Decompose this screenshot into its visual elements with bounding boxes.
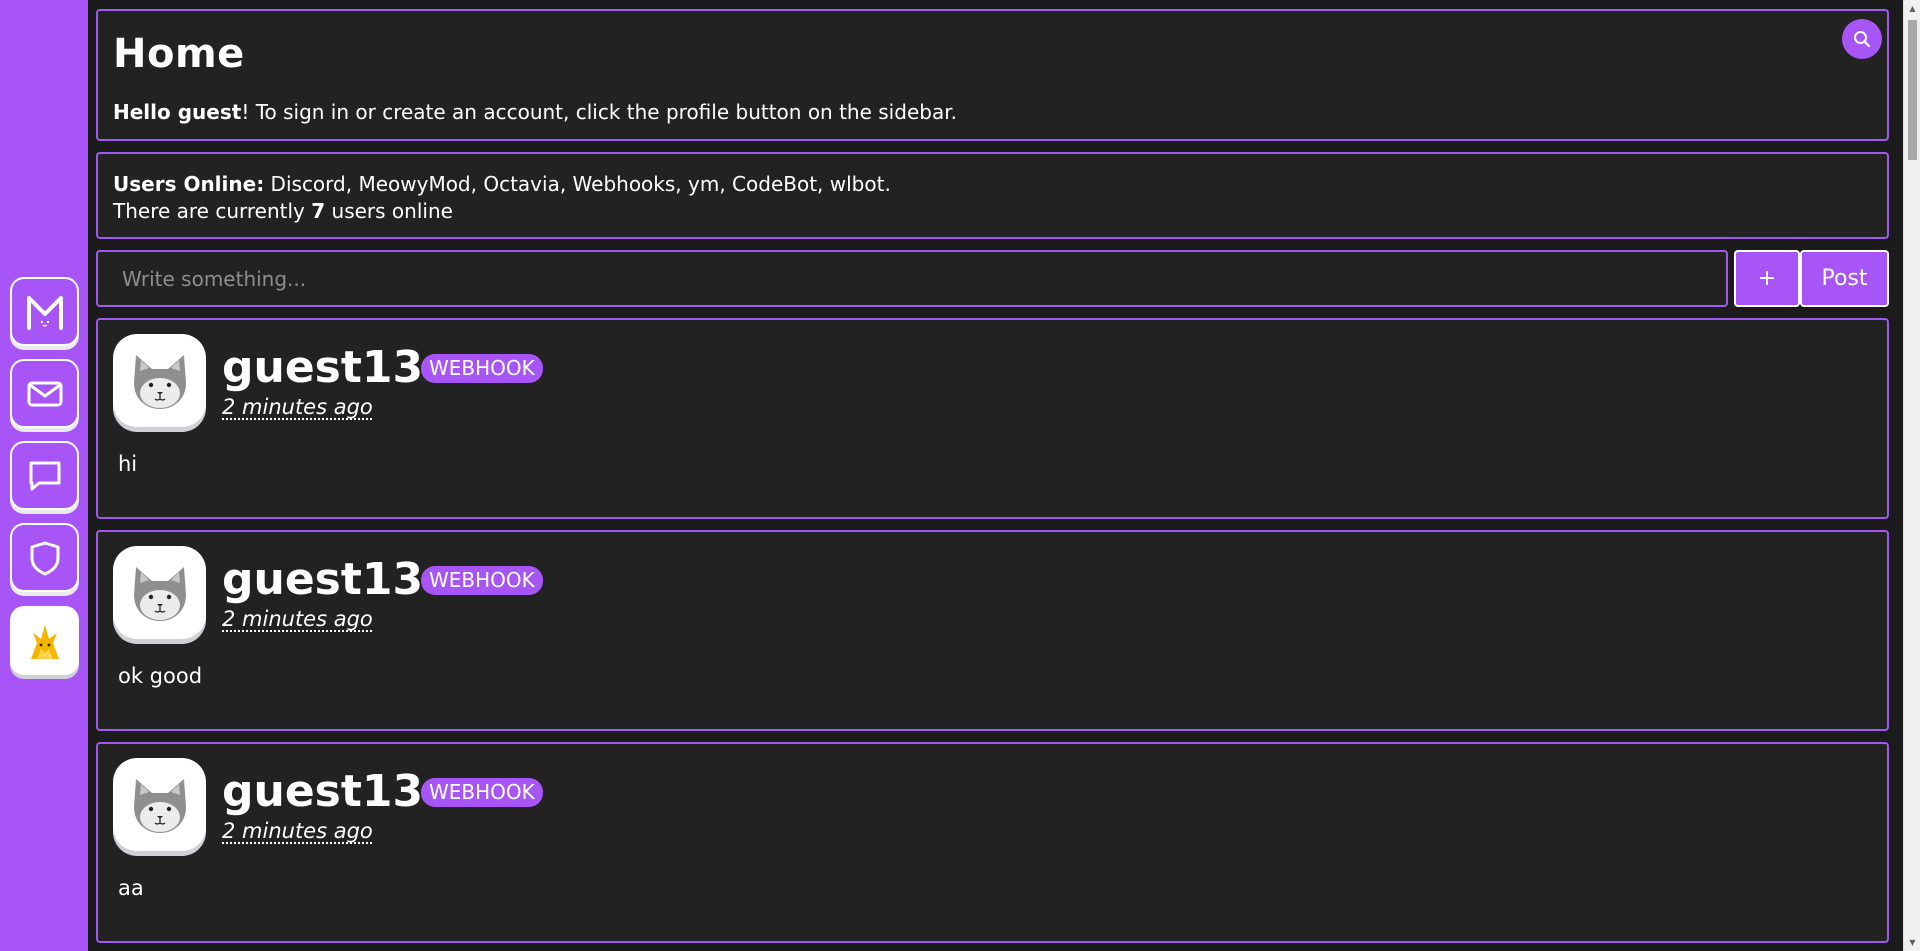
post-body: hi — [118, 452, 138, 476]
post-item: guest13 WEBHOOK 2 minutes ago aa — [96, 742, 1889, 943]
home-header-panel: Home Hello guest! To sign in or create a… — [96, 9, 1889, 141]
post-input[interactable] — [96, 250, 1728, 307]
cat-avatar-icon — [133, 354, 186, 409]
cat-avatar-icon — [133, 566, 186, 621]
webhook-badge: WEBHOOK — [421, 354, 543, 383]
post-item: guest13 WEBHOOK 2 minutes ago ok good — [96, 530, 1889, 731]
users-online-list: Users Online: Discord, MeowyMod, Octavia… — [113, 172, 891, 196]
m-logo-icon — [26, 295, 63, 330]
sidebar-item-chats[interactable] — [10, 441, 79, 510]
scrollbar-thumb[interactable] — [1908, 20, 1917, 160]
vertical-scrollbar[interactable]: ▲ ▼ — [1903, 0, 1920, 951]
sidebar-item-moderation[interactable] — [10, 523, 79, 592]
search-icon — [1854, 31, 1871, 48]
post-timestamp: 2 minutes ago — [222, 607, 373, 631]
post-button[interactable]: Post — [1800, 250, 1889, 307]
online-count-number: 7 — [311, 199, 326, 223]
post-composer: + Post — [96, 250, 1889, 307]
post-author[interactable]: guest13 — [222, 342, 423, 393]
post-author[interactable]: guest13 — [222, 766, 423, 817]
mail-icon — [27, 381, 62, 406]
page-title: Home — [113, 31, 245, 77]
greeting-rest: ! To sign in or create an account, click… — [241, 100, 957, 124]
greeting-bold: Hello guest — [113, 100, 242, 124]
scroll-up-arrow-icon[interactable]: ▲ — [1904, 0, 1920, 17]
post-timestamp: 2 minutes ago — [222, 395, 373, 419]
cat-avatar-icon — [133, 778, 186, 833]
post-body: aa — [118, 876, 144, 900]
users-online-label: Users Online: — [113, 172, 265, 196]
users-online-panel: Users Online: Discord, MeowyMod, Octavia… — [96, 152, 1889, 239]
main-content: Home Hello guest! To sign in or create a… — [88, 0, 1903, 951]
post-item: guest13 WEBHOOK 2 minutes ago hi — [96, 318, 1889, 519]
online-count-suffix: users online — [325, 199, 453, 223]
post-avatar[interactable] — [113, 334, 206, 427]
shield-icon — [30, 541, 59, 575]
search-button[interactable] — [1842, 19, 1882, 59]
sidebar-item-home-logo[interactable] — [10, 277, 79, 346]
greeting-text: Hello guest! To sign in or create an acc… — [113, 100, 957, 124]
sidebar-item-profile[interactable] — [10, 606, 79, 675]
online-count-prefix: There are currently — [113, 199, 312, 223]
webhook-badge: WEBHOOK — [421, 566, 543, 595]
sidebar — [0, 0, 88, 951]
post-avatar[interactable] — [113, 546, 206, 639]
post-timestamp: 2 minutes ago — [222, 819, 373, 843]
sidebar-item-inbox[interactable] — [10, 359, 79, 428]
scroll-down-arrow-icon[interactable]: ▼ — [1904, 934, 1920, 951]
users-online-count: There are currently 7 users online — [113, 199, 453, 223]
chat-bubble-icon — [29, 461, 60, 490]
users-online-names: Discord, MeowyMod, Octavia, Webhooks, ym… — [264, 172, 891, 196]
webhook-badge: WEBHOOK — [421, 778, 543, 807]
post-body: ok good — [118, 664, 203, 688]
post-author[interactable]: guest13 — [222, 554, 423, 605]
avatar-icon — [30, 624, 59, 659]
attach-button[interactable]: + — [1734, 250, 1800, 307]
post-avatar[interactable] — [113, 758, 206, 851]
